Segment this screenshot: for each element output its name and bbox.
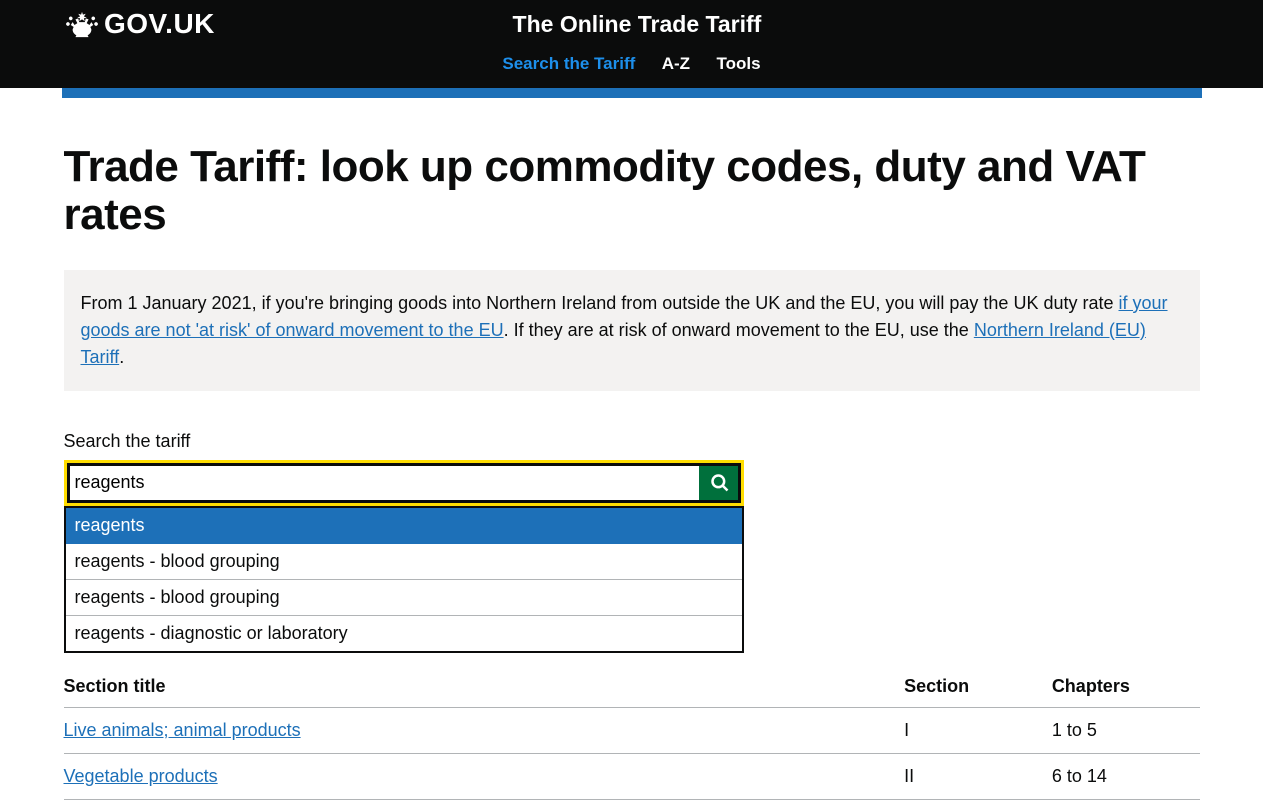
chapters-range: 6 to 14 bbox=[1052, 753, 1200, 799]
search-input[interactable] bbox=[67, 463, 699, 503]
table-row: Live animals; animal products I 1 to 5 bbox=[64, 707, 1200, 753]
nav-tools[interactable]: Tools bbox=[717, 54, 761, 73]
search-button[interactable] bbox=[699, 463, 741, 503]
notice-text-part3: . bbox=[119, 347, 124, 367]
section-number: II bbox=[904, 753, 1052, 799]
autocomplete-dropdown: reagents reagents - blood grouping reage… bbox=[64, 506, 744, 653]
notice-text-part2: . If they are at risk of onward movement… bbox=[504, 320, 974, 340]
sections-table: Section title Section Chapters Live anim… bbox=[64, 666, 1200, 800]
search-icon bbox=[710, 473, 730, 493]
table-header-chapters: Chapters bbox=[1052, 666, 1200, 708]
chapters-range: 1 to 5 bbox=[1052, 707, 1200, 753]
service-name: The Online Trade Tariff bbox=[75, 11, 1199, 38]
search-label: Search the tariff bbox=[64, 431, 744, 452]
table-header-section-title: Section title bbox=[64, 666, 905, 708]
search-row bbox=[64, 460, 744, 506]
header: GOV.UK The Online Trade Tariff Search th… bbox=[0, 0, 1263, 88]
blue-accent-bar bbox=[62, 88, 1202, 98]
page-title: Trade Tariff: look up commodity codes, d… bbox=[64, 143, 1200, 240]
table-row: Vegetable products II 6 to 14 bbox=[64, 753, 1200, 799]
section-number: I bbox=[904, 707, 1052, 753]
header-nav: Search the Tariff A-Z Tools bbox=[64, 44, 1199, 88]
table-header-section: Section bbox=[904, 666, 1052, 708]
autocomplete-item[interactable]: reagents - blood grouping bbox=[66, 580, 742, 616]
nav-search-tariff[interactable]: Search the Tariff bbox=[502, 54, 635, 73]
autocomplete-item[interactable]: reagents - blood grouping bbox=[66, 544, 742, 580]
notice-text-part1: From 1 January 2021, if you're bringing … bbox=[81, 293, 1119, 313]
notice-panel: From 1 January 2021, if you're bringing … bbox=[64, 270, 1200, 391]
search-wrapper: Search the tariff reagents reagents - bl… bbox=[64, 431, 744, 506]
section-link[interactable]: Live animals; animal products bbox=[64, 720, 301, 740]
autocomplete-item[interactable]: reagents bbox=[66, 508, 742, 544]
nav-a-z[interactable]: A-Z bbox=[662, 54, 690, 73]
autocomplete-item[interactable]: reagents - diagnostic or laboratory bbox=[66, 616, 742, 651]
section-link[interactable]: Vegetable products bbox=[64, 766, 218, 786]
notice-text: From 1 January 2021, if you're bringing … bbox=[81, 290, 1183, 371]
